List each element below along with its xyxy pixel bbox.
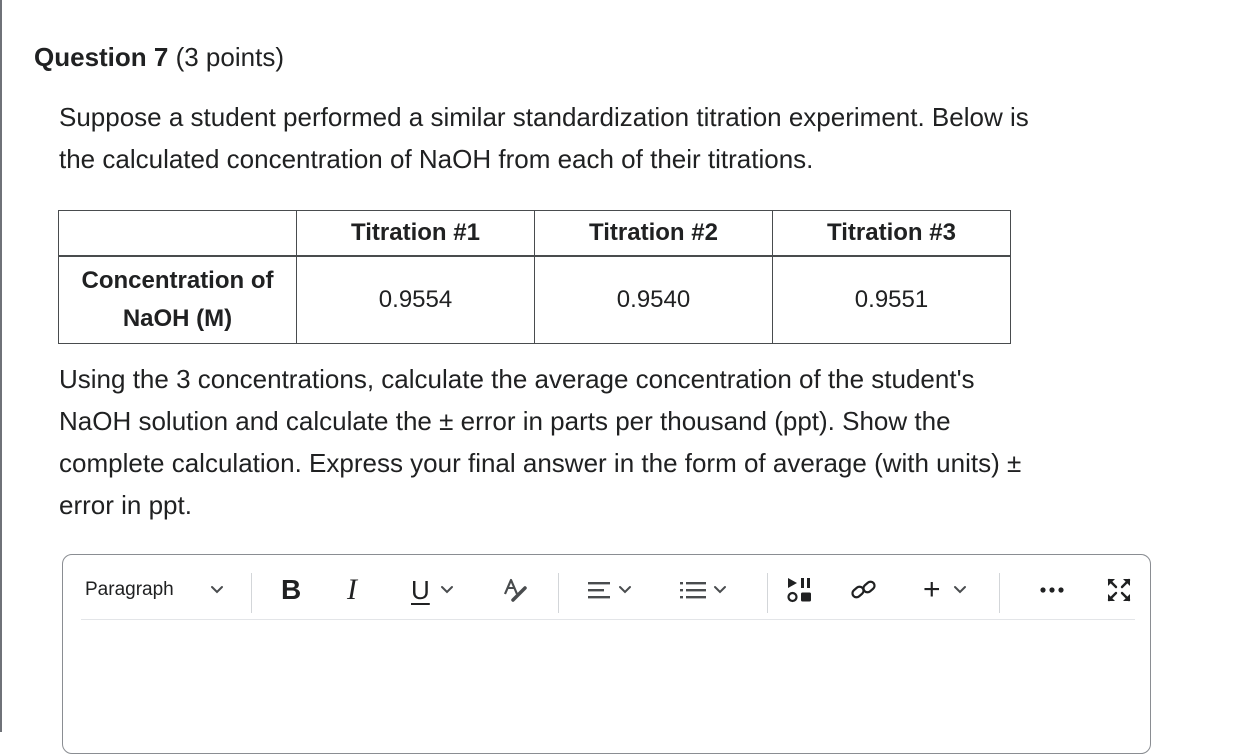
chevron-down-icon <box>440 585 454 595</box>
question-number: Question 7 <box>34 42 169 72</box>
toolbar-divider <box>999 573 1000 613</box>
fullscreen-icon <box>1105 576 1133 604</box>
question-heading: Question 7 (3 points) <box>34 40 284 74</box>
table-header-titration-1: Titration #1 <box>296 210 535 257</box>
align-dropdown[interactable] <box>586 567 632 613</box>
question-intro: Suppose a student performed a similar st… <box>59 102 1029 174</box>
table-cell-titration-1: 0.9554 <box>296 255 535 344</box>
underline-icon: U <box>411 574 430 605</box>
align-icon <box>586 578 612 602</box>
table-header-row: Titration #1 Titration #2 Titration #3 <box>58 210 1011 257</box>
editor-content-area[interactable] <box>81 625 1135 745</box>
bold-icon: B <box>281 574 302 605</box>
row-label-line-2: NaOH (M) <box>122 305 233 332</box>
table-header-titration-2: Titration #2 <box>534 210 773 257</box>
list-icon <box>679 578 707 602</box>
bold-button[interactable]: B <box>281 567 301 613</box>
question-points: (3 points) <box>175 42 284 72</box>
answer-editor[interactable]: Paragraph B I U + <box>62 554 1151 754</box>
table-row-label: Concentration of NaOH (M) <box>58 255 297 344</box>
link-icon <box>849 575 879 605</box>
insert-link-button[interactable] <box>849 567 879 613</box>
row-label-line-1: Concentration of <box>81 267 274 294</box>
underline-button[interactable]: U <box>411 567 454 613</box>
table-cell-titration-3: 0.9551 <box>772 255 1011 344</box>
insert-plus-icon: + <box>923 573 941 606</box>
italic-icon: I <box>347 573 357 606</box>
chevron-down-icon <box>618 585 632 595</box>
chevron-down-icon <box>210 585 224 595</box>
toolbar-divider <box>558 573 559 613</box>
question-prompt: Using the 3 concentrations, calculate th… <box>59 364 1022 520</box>
editor-toolbar: Paragraph B I U + <box>81 567 1135 620</box>
insert-media-button[interactable] <box>785 567 815 613</box>
fullscreen-button[interactable] <box>1105 567 1133 613</box>
toolbar-divider <box>251 573 252 613</box>
chevron-down-icon <box>953 585 967 595</box>
block-format-label: Paragraph <box>85 579 174 600</box>
more-actions-button[interactable] <box>1039 567 1065 613</box>
table-header-empty <box>58 210 297 257</box>
concentration-table: Titration #1 Titration #2 Titration #3 C… <box>58 210 1011 344</box>
insert-dropdown[interactable]: + <box>923 567 967 613</box>
question-frame: Question 7 (3 points) Suppose a student … <box>0 0 1239 754</box>
block-format-dropdown[interactable]: Paragraph <box>85 567 224 613</box>
table-cell-titration-2: 0.9540 <box>534 255 773 344</box>
table-header-titration-3: Titration #3 <box>772 210 1011 257</box>
media-icon <box>785 575 815 605</box>
table-row: Concentration of NaOH (M) 0.9554 0.9540 0… <box>58 255 1011 344</box>
more-icon <box>1039 586 1065 594</box>
italic-button[interactable]: I <box>347 567 357 613</box>
chevron-down-icon <box>713 585 727 595</box>
list-dropdown[interactable] <box>679 567 727 613</box>
text-color-button[interactable] <box>501 567 529 613</box>
toolbar-divider <box>767 573 768 613</box>
text-color-icon <box>501 576 529 604</box>
